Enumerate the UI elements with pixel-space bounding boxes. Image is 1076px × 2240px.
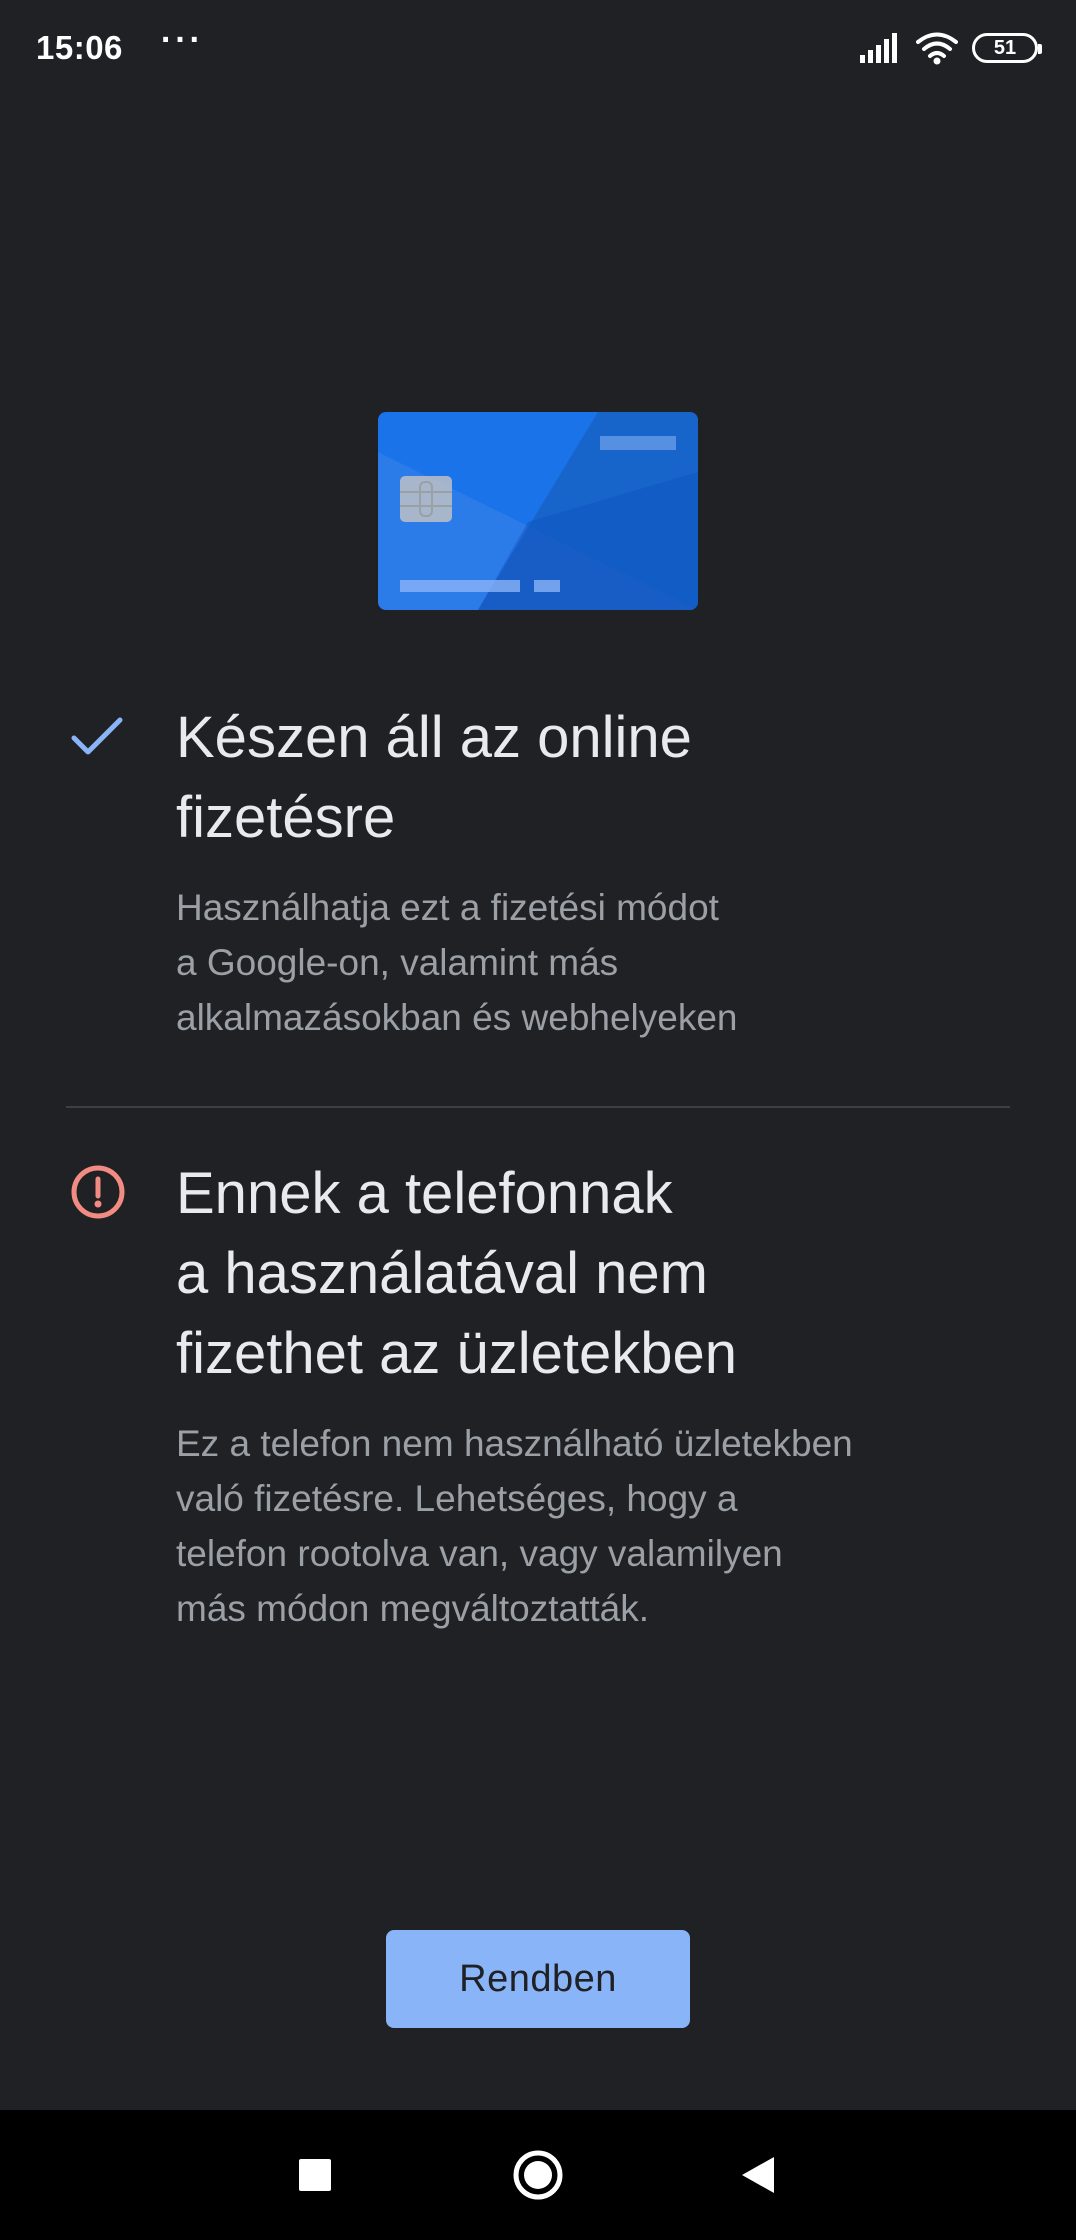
ok-button[interactable]: Rendben: [386, 1930, 690, 2028]
section-divider: [66, 1106, 1010, 1108]
online-payment-title: Készen áll az online fizetésre: [176, 705, 692, 850]
home-button[interactable]: [500, 2110, 576, 2240]
online-payment-description: Használhatja ezt a fizetési módot a Goog…: [176, 887, 738, 1038]
battery-icon: 51: [972, 33, 1042, 63]
store-payment-title: Ennek a telefonnak a használatával nem f…: [176, 1161, 738, 1386]
wifi-icon: [916, 32, 958, 65]
status-time: 15:06: [36, 29, 123, 66]
back-triangle-icon: [742, 2157, 774, 2193]
status-bar: 15:06 ··· 51: [0, 0, 1076, 96]
recents-button[interactable]: [278, 2110, 352, 2240]
battery-level: 51: [993, 36, 1017, 59]
home-circle-icon: [513, 2150, 563, 2200]
credit-card-icon: [378, 412, 698, 610]
recents-square-icon: [299, 2159, 331, 2191]
checkmark-icon: [71, 717, 123, 755]
signal-icon: [860, 33, 897, 63]
store-payment-description: Ez a telefon nem használható üzletekben …: [176, 1423, 853, 1629]
status-icons: 51: [860, 31, 1042, 65]
error-alert-icon: [71, 1165, 125, 1219]
status-left: 15:06 ···: [36, 23, 204, 67]
system-nav-bar: [0, 2110, 1076, 2240]
more-notifications-indicator: ···: [160, 21, 204, 59]
back-button[interactable]: [720, 2110, 796, 2240]
